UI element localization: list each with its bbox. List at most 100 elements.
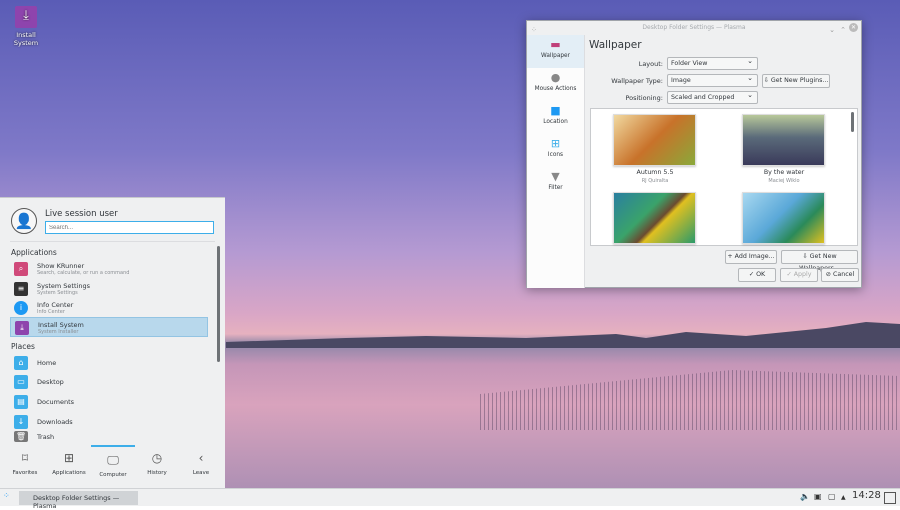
grid-scrollbar[interactable] <box>851 112 854 132</box>
user-avatar-icon[interactable]: 👤 <box>11 208 37 234</box>
folder-icon: ■ <box>550 104 561 117</box>
task-desktop-folder-settings[interactable]: Desktop Folder Settings — Plasma <box>19 491 138 510</box>
hills-silhouette <box>226 322 900 348</box>
app-desc: Search, calculate, or run a command <box>37 270 130 276</box>
show-desktop-button[interactable] <box>884 492 896 504</box>
button-label: Cancel <box>832 271 855 278</box>
button-label: Apply <box>793 271 812 278</box>
sidebar-item-icons[interactable]: ⊞ Icons <box>527 134 584 167</box>
scrollbar[interactable] <box>217 246 220 362</box>
settings-icon: ≡ <box>14 282 28 296</box>
minimize-button[interactable]: ⌄ <box>829 23 835 37</box>
tab-label: Favorites <box>12 470 38 476</box>
place-home[interactable]: ⌂ Home <box>10 353 208 373</box>
layout-select[interactable]: Folder View <box>667 57 758 70</box>
grid-icon: ⊞ <box>63 451 75 465</box>
wallpaper-thumb-autumn[interactable] <box>613 114 696 166</box>
app-item-system-settings[interactable]: ≡ System Settings System Settings <box>10 279 208 299</box>
desktop-icon-install-system[interactable]: ⤓ Install System <box>4 6 48 47</box>
sidebar-label: Mouse Actions <box>534 86 577 92</box>
app-desc: System Installer <box>38 329 79 335</box>
ok-button[interactable]: ✓ OK <box>738 268 776 282</box>
wallpaper-type-label: Wallpaper Type: <box>611 77 663 85</box>
place-label: Home <box>37 359 57 367</box>
place-documents[interactable]: ▤ Documents <box>10 392 208 412</box>
positioning-select[interactable]: Scaled and Cropped <box>667 91 758 104</box>
places-header: Places <box>11 342 35 351</box>
task-label: Desktop Folder Settings — Plasma <box>33 494 120 510</box>
sidebar-label: Location <box>543 119 568 125</box>
sidebar-item-filter[interactable]: ▼ Filter <box>527 167 584 200</box>
tab-applications[interactable]: ⊞ Applications <box>47 445 91 489</box>
tab-history[interactable]: ◷ History <box>135 445 179 489</box>
apply-button[interactable]: ✓ Apply <box>780 268 818 282</box>
app-name: Install System <box>38 321 84 329</box>
page-title: Wallpaper <box>589 39 642 51</box>
layout-value: Folder View <box>671 60 708 67</box>
mouse-icon: ● <box>550 71 561 84</box>
tab-label: History <box>147 470 167 476</box>
tray-expand-icon[interactable]: ▲ <box>841 494 846 501</box>
place-downloads[interactable]: ↓ Downloads <box>10 412 208 432</box>
desktop-icon-label: Install System <box>13 31 39 47</box>
tab-label: Leave <box>192 470 210 476</box>
wallpaper-type-select[interactable]: Image <box>667 74 758 87</box>
launcher-button[interactable]: ⁘ <box>3 491 10 500</box>
button-label: Add Image... <box>734 253 775 260</box>
title-bar[interactable]: ⁘ Desktop Folder Settings — Plasma ⌄ ⌃ ✕ <box>527 21 861 35</box>
app-name: System Settings <box>37 282 90 290</box>
sidebar-item-location[interactable]: ■ Location <box>527 101 584 134</box>
add-image-button[interactable]: + Add Image... <box>725 250 777 264</box>
wallpaper-thumb-3[interactable] <box>613 192 696 244</box>
tab-favorites[interactable]: ⌑ Favorites <box>3 445 47 489</box>
wallpaper-grid: Autumn 5.5 RJ Quiralta By the water Maci… <box>590 108 858 246</box>
volume-icon[interactable]: 🔈 <box>800 492 810 501</box>
maximize-button[interactable]: ⌃ <box>840 23 846 37</box>
application-launcher: 👤 Live session user Applications ⌕ Show K… <box>0 197 225 488</box>
bookmark-icon: ⌑ <box>21 451 29 465</box>
icons-icon: ⊞ <box>550 137 561 150</box>
place-label: Downloads <box>37 418 73 426</box>
clock-icon: ◷ <box>151 451 163 465</box>
tab-computer[interactable]: 🖵 Computer <box>91 445 135 489</box>
wallpaper-author: RJ Quiralta <box>641 178 669 184</box>
wallpaper-icon: ▬ <box>550 38 561 51</box>
app-item-install-system[interactable]: ⤓ Install System System Installer <box>10 317 208 337</box>
app-desc: System Settings <box>37 290 78 296</box>
cancel-button[interactable]: ⊘ Cancel <box>821 268 859 282</box>
app-item-info-center[interactable]: i Info Center Info Center <box>10 298 208 318</box>
button-label: OK <box>756 271 766 278</box>
wallpaper-thumb-4[interactable] <box>742 192 825 244</box>
search-input[interactable] <box>45 221 214 234</box>
krunner-icon: ⌕ <box>14 262 28 276</box>
place-trash[interactable]: 🗑 Trash <box>10 430 208 444</box>
network-icon[interactable]: ▢ <box>828 492 836 501</box>
reeds <box>480 370 900 430</box>
button-label: Get New Plugins... <box>770 77 829 84</box>
app-desc: Info Center <box>37 309 65 315</box>
desktop-folder-icon: ▭ <box>14 375 28 389</box>
tab-label: Applications <box>52 470 86 476</box>
device-icon[interactable]: ▣ <box>814 492 822 501</box>
layout-label: Layout: <box>638 60 663 68</box>
place-desktop[interactable]: ▭ Desktop <box>10 372 208 392</box>
app-name: Show KRunner <box>37 262 85 270</box>
get-new-plugins-button[interactable]: ⇩ Get New Plugins... <box>762 74 830 88</box>
tab-leave[interactable]: ‹ Leave <box>179 445 223 489</box>
clock[interactable]: 14:28 <box>852 490 881 501</box>
get-new-wallpapers-button[interactable]: ⇩ Get New Wallpapers... <box>781 250 858 272</box>
sidebar-item-wallpaper[interactable]: ▬ Wallpaper <box>527 35 584 68</box>
close-button[interactable]: ✕ <box>849 23 858 32</box>
user-name: Live session user <box>45 209 118 219</box>
wallpaper-author: Maciej Wiklo <box>768 178 800 184</box>
wallpaper-name: Autumn 5.5 <box>636 169 674 176</box>
applications-header: Applications <box>11 248 57 257</box>
sidebar-item-mouse-actions[interactable]: ● Mouse Actions <box>527 68 584 101</box>
documents-folder-icon: ▤ <box>14 395 28 409</box>
wallpaper-thumb-by-the-water[interactable] <box>742 114 825 166</box>
downloads-folder-icon: ↓ <box>14 415 28 429</box>
app-item-krunner[interactable]: ⌕ Show KRunner Search, calculate, or run a… <box>10 259 208 279</box>
positioning-value: Scaled and Cropped <box>671 94 735 101</box>
app-name: Info Center <box>37 301 74 309</box>
place-label: Trash <box>37 433 55 441</box>
